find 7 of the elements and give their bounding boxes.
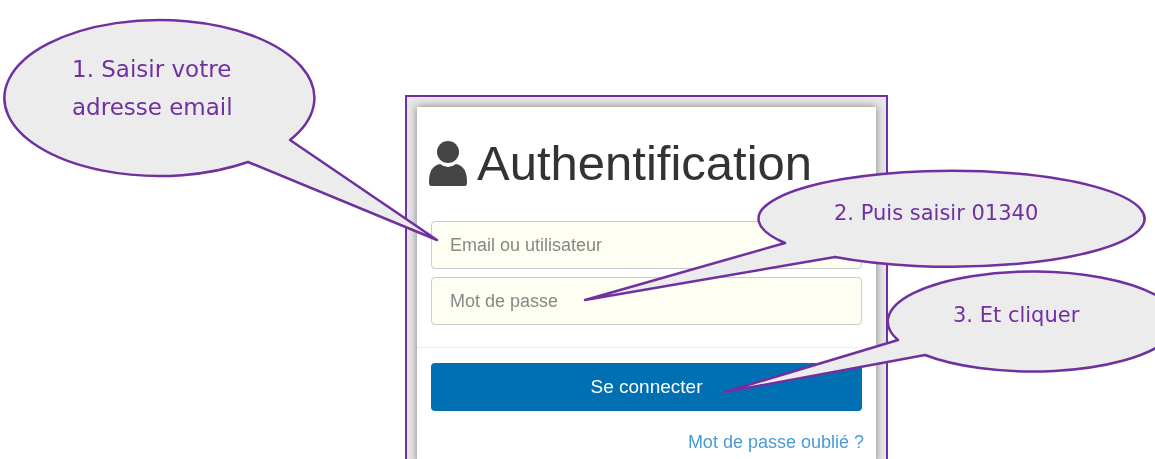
login-button[interactable]: Se connecter — [431, 363, 862, 411]
password-field[interactable]: Mot de passe — [431, 277, 862, 325]
callout-text: 1. Saisir votre adresse email — [72, 55, 234, 122]
callout-text: 3. Et cliquer — [953, 302, 1081, 329]
form-title: Authentification — [477, 135, 813, 191]
user-icon — [429, 140, 467, 186]
forgot-password-link[interactable]: Mot de passe oublié ? — [687, 429, 864, 456]
